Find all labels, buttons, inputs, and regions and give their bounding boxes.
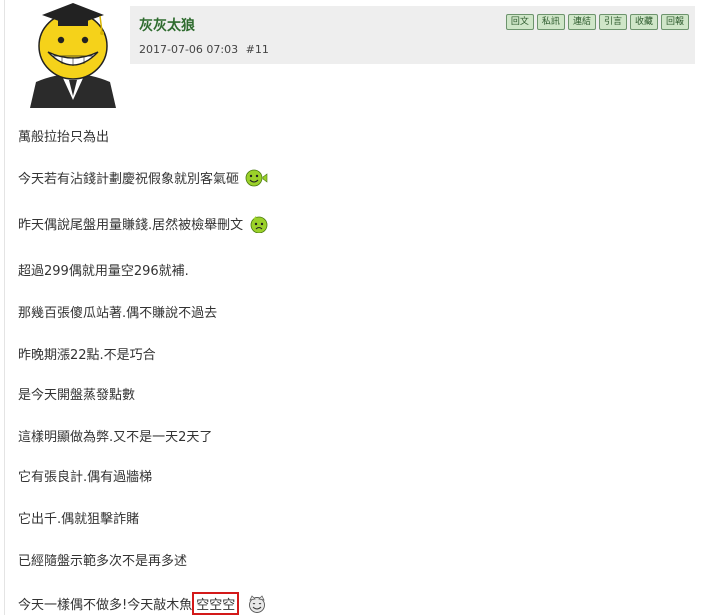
post-line-text: 今天若有沾錢計劃慶祝假象就別客氣砸 [18,172,240,187]
reply-button[interactable]: 回文 [505,14,534,30]
post-line-text: 那幾百張傻瓜站著.偶不賺說不過去 [18,306,218,321]
post-header: 灰灰太狼 2017-07-06 07:03 #11 回文 私訊 連結 引言 收藏… [130,6,695,64]
favorite-button[interactable]: 收藏 [629,14,658,30]
post-line-text: 昨天偶說尾盤用量賺錢.居然被檢舉刪文 [18,218,244,233]
crying-face-emoji-icon [250,215,268,233]
post-line-text: 是今天開盤蒸發點數 [18,388,136,403]
avatar[interactable] [22,0,124,108]
link-button[interactable]: 連結 [567,14,596,30]
post-line: 昨天偶說尾盤用量賺錢.居然被檢舉刪文 [18,214,269,233]
post-line: 已經隨盤示範多次不是再多述 [18,550,187,569]
post-line-text: 萬般拉抬只為出 [18,130,110,145]
post-datetime: 2017-07-06 07:03 [139,43,239,56]
post-line-text: 這樣明顯做為弊.又不是一天2天了 [18,430,213,445]
post-line: 是今天開盤蒸發點數 [18,384,135,403]
post-line-text: 它有張良計.偶有過牆梯 [18,470,153,485]
post-line-text: 昨晚期漲22點.不是巧合 [18,348,156,363]
post-actions: 回文 私訊 連結 引言 收藏 回報 [505,14,689,30]
post-line: 那幾百張傻瓜站著.偶不賺說不過去 [18,302,217,321]
post-line: 萬般拉抬只為出 [18,126,109,145]
post-meta: 2017-07-06 07:03 #11 [139,43,269,56]
report-button[interactable]: 回報 [660,14,689,30]
post-floor-number[interactable]: #11 [246,43,269,56]
post-line: 它出千.偶就狙擊詐賭 [18,508,139,527]
post-line: 它有張良計.偶有過牆梯 [18,466,152,485]
highlighted-text: 空空空 [192,592,240,615]
smiling-cat-emoji-icon [249,594,266,613]
private-message-button[interactable]: 私訊 [536,14,565,30]
post-line-text: 已經隨盤示範多次不是再多述 [18,554,188,569]
quote-button[interactable]: 引言 [598,14,627,30]
post-line-text: 它出千.偶就狙擊詐賭 [18,512,140,527]
post-line-text: 超過299偶就用量空296就補. [18,264,189,279]
post-line: 超過299偶就用量空296就補. [18,260,189,279]
post-line: 今天一樣偶不做多!今天敲木魚 空空空 [18,592,267,615]
grinning-face-emoji-icon [245,169,268,186]
post-line: 這樣明顯做為弊.又不是一天2天了 [18,426,212,445]
left-divider [4,0,5,615]
avatar-graduate-icon [30,3,116,108]
author-name[interactable]: 灰灰太狼 [139,15,195,35]
post-line: 今天若有沾錢計劃慶祝假象就別客氣砸 [18,168,271,187]
post-line-text: 今天一樣偶不做多!今天敲木魚 [18,598,193,613]
post-line: 昨晚期漲22點.不是巧合 [18,344,156,363]
